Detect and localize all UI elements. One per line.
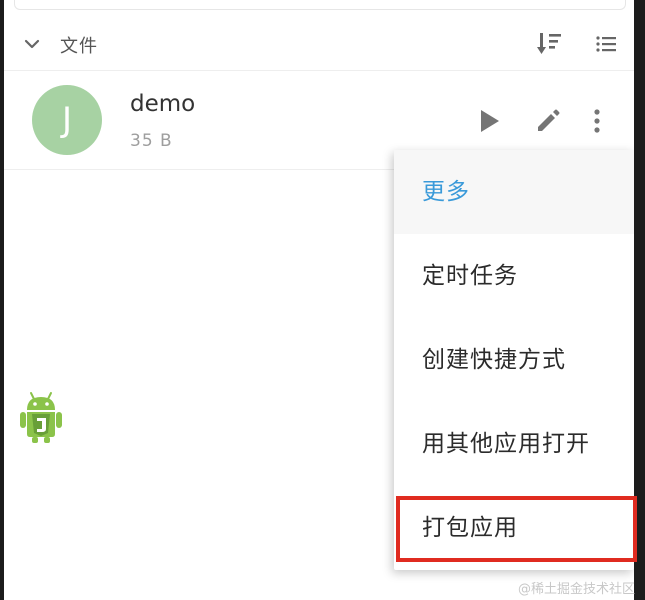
pencil-icon[interactable]: [534, 107, 562, 135]
more-vertical-icon[interactable]: [590, 107, 604, 135]
files-section-header[interactable]: 文件: [4, 18, 634, 70]
play-icon[interactable]: [476, 107, 502, 135]
file-size: 35 B: [130, 131, 173, 151]
android-js-logo-icon[interactable]: [18, 390, 64, 444]
app-screen: 文件 J demo 35 B 更多 定时任务 创建快捷方式 用其他应用打开 打包…: [4, 0, 634, 600]
list-view-icon[interactable]: [594, 32, 618, 56]
watermark: @稀土掘金技术社区: [518, 582, 636, 597]
section-title: 文件: [60, 36, 98, 57]
file-avatar: J: [32, 85, 102, 155]
file-name: demo: [130, 91, 196, 117]
overflow-menu: 更多 定时任务 创建快捷方式 用其他应用打开 打包应用: [394, 150, 634, 570]
menu-item-package-app[interactable]: 打包应用: [394, 486, 634, 570]
chevron-down-icon[interactable]: [22, 34, 42, 54]
menu-header-more: 更多: [394, 150, 634, 234]
search-bar-edge[interactable]: [14, 0, 626, 10]
menu-item-scheduled-task[interactable]: 定时任务: [394, 234, 634, 318]
menu-item-create-shortcut[interactable]: 创建快捷方式: [394, 318, 634, 402]
sort-icon[interactable]: [536, 30, 564, 58]
menu-item-open-with[interactable]: 用其他应用打开: [394, 402, 634, 486]
